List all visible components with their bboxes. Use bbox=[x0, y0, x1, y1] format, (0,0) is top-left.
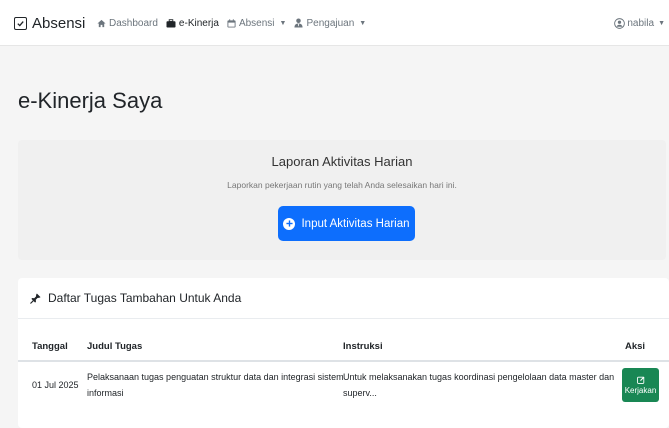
main-nav: Dashboard e-Kinerja Absensi ▼ Pengajuan … bbox=[97, 16, 366, 30]
caret-down-icon: ▼ bbox=[359, 19, 367, 27]
briefcase-icon bbox=[166, 18, 176, 28]
input-activity-button[interactable]: Input Aktivitas Harian bbox=[278, 206, 415, 241]
additional-tasks-card: Daftar Tugas Tambahan Untuk Anda Tanggal… bbox=[18, 278, 669, 428]
nav-item-pengajuan[interactable]: Pengajuan ▼ bbox=[294, 18, 366, 29]
task-card-title: Daftar Tugas Tambahan Untuk Anda bbox=[48, 291, 242, 305]
brand-label: Absensi bbox=[32, 14, 86, 32]
thumbtack-icon bbox=[30, 292, 41, 304]
column-header-instruction: Instruksi bbox=[343, 341, 383, 352]
report-title: Laporan Aktivitas Harian bbox=[271, 154, 413, 169]
navbar: Absensi Dashboard e-Kinerja Absensi ▼ Pe… bbox=[0, 0, 669, 46]
input-activity-label: Input Aktivitas Harian bbox=[301, 217, 410, 230]
task-instruction-line-2: superv... bbox=[343, 388, 377, 398]
nav-label-dashboard: Dashboard bbox=[109, 17, 158, 29]
page-title: e-Kinerja Saya bbox=[18, 88, 163, 113]
user-tie-icon bbox=[294, 18, 304, 28]
brand-link[interactable]: Absensi bbox=[14, 14, 85, 32]
kerjakan-button[interactable]: Kerjakan bbox=[622, 368, 659, 402]
plus-circle-icon bbox=[283, 217, 296, 230]
column-header-date: Tanggal bbox=[32, 341, 68, 352]
task-card-header: Daftar Tugas Tambahan Untuk Anda bbox=[18, 278, 669, 319]
kerjakan-label: Kerjakan bbox=[624, 385, 657, 395]
check-square-icon bbox=[14, 16, 27, 30]
nav-label-ekinerja: e-Kinerja bbox=[178, 17, 219, 29]
home-icon bbox=[97, 19, 106, 28]
nav-item-absensi[interactable]: Absensi ▼ bbox=[227, 17, 287, 29]
calendar-icon bbox=[227, 18, 236, 28]
task-title-line-2: informasi bbox=[87, 388, 124, 398]
caret-down-icon: ▼ bbox=[279, 19, 287, 27]
report-subtitle: Laporkan pekerjaan rutin yang telah Anda… bbox=[227, 180, 457, 190]
column-header-title: Judul Tugas bbox=[87, 341, 143, 352]
user-menu[interactable]: nabila ▼ bbox=[614, 16, 665, 30]
caret-down-icon: ▼ bbox=[658, 19, 665, 27]
task-instruction-line-1: Untuk melaksanakan tugas koordinasi peng… bbox=[343, 372, 615, 382]
nav-item-dashboard[interactable]: Dashboard bbox=[97, 18, 158, 29]
daily-report-card: Laporan Aktivitas Harian Laporkan pekerj… bbox=[18, 140, 666, 260]
table-header-divider bbox=[18, 360, 669, 362]
column-header-action: Aksi bbox=[625, 341, 646, 352]
nav-label-pengajuan: Pengajuan bbox=[306, 17, 355, 29]
user-name: nabila bbox=[627, 17, 655, 29]
task-title-line-1: Pelaksanaan tugas penguatan struktur dat… bbox=[87, 372, 344, 382]
edit-icon bbox=[636, 376, 645, 384]
nav-item-ekinerja[interactable]: e-Kinerja bbox=[166, 18, 219, 29]
nav-label-absensi: Absensi bbox=[238, 17, 275, 29]
user-circle-icon bbox=[614, 17, 626, 29]
task-date: 01 Jul 2025 bbox=[32, 380, 79, 390]
